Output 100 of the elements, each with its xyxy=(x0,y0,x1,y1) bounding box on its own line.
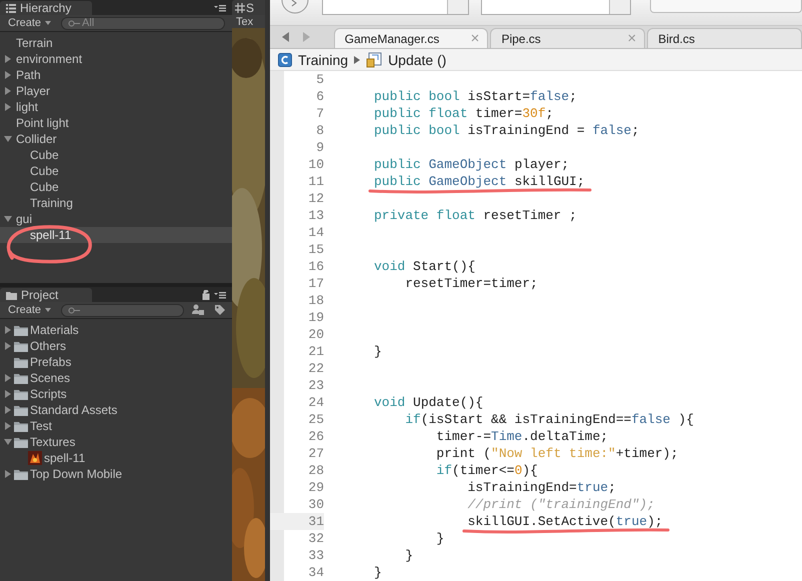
tree-item[interactable]: Point light xyxy=(0,115,232,131)
expand-arrow-icon[interactable] xyxy=(4,374,12,382)
tree-item[interactable]: Scripts xyxy=(0,386,232,402)
item-label: Cube xyxy=(29,180,59,194)
line-number: 9 xyxy=(315,139,324,156)
tree-item[interactable]: Cube xyxy=(0,147,232,163)
tree-item[interactable]: Scenes xyxy=(0,370,232,386)
expand-arrow-icon[interactable] xyxy=(4,406,12,414)
expand-arrow-icon[interactable] xyxy=(4,55,12,63)
expand-arrow-icon[interactable] xyxy=(4,71,12,79)
scene-tab[interactable]: S xyxy=(232,0,265,15)
panel-title: Project xyxy=(21,288,58,302)
platform-dropdown[interactable] xyxy=(481,0,631,15)
line-number: 32 xyxy=(307,530,324,548)
code-line: } xyxy=(404,548,414,564)
tree-item[interactable]: light xyxy=(0,99,232,115)
tree-item[interactable]: Standard Assets xyxy=(0,402,232,418)
code-line: } xyxy=(435,531,444,546)
line-number: 16 xyxy=(307,258,324,276)
menu-icon[interactable] xyxy=(214,4,226,12)
folder-icon xyxy=(14,420,28,432)
separator-arrow-icon xyxy=(354,56,360,64)
tag-icon[interactable] xyxy=(214,304,226,316)
line-number: 23 xyxy=(307,377,324,394)
tree-item[interactable]: Player xyxy=(0,83,232,99)
lock-icon[interactable] xyxy=(202,290,210,300)
file-tab[interactable]: Bird.cs xyxy=(647,28,802,48)
line-number: 13 xyxy=(307,207,324,224)
expand-arrow-icon[interactable] xyxy=(4,215,12,223)
panel-tab[interactable]: Project xyxy=(0,288,92,302)
tree-item[interactable]: Textures xyxy=(0,434,232,450)
line-number: 31 xyxy=(270,513,324,530)
code-line: public GameObject player; xyxy=(374,157,570,172)
line-number: 5 xyxy=(315,71,324,88)
item-label: gui xyxy=(15,212,32,226)
folder-icon xyxy=(14,324,28,336)
tree-item[interactable]: Others xyxy=(0,338,232,354)
tree-item[interactable]: environment xyxy=(0,51,232,67)
panel-title: Hierarchy xyxy=(20,1,72,15)
tree-item[interactable]: Training xyxy=(0,195,232,211)
item-label: Collider xyxy=(15,132,57,146)
folder-icon xyxy=(14,356,28,368)
item-label: Path xyxy=(15,68,41,82)
tree-item[interactable]: Top Down Mobile xyxy=(0,466,232,482)
caret-icon xyxy=(45,308,52,312)
code-line: } xyxy=(374,344,382,360)
grid-icon xyxy=(235,2,245,12)
expand-arrow-icon[interactable] xyxy=(4,422,12,430)
tree-item[interactable]: Cube xyxy=(0,163,232,179)
expand-arrow-icon[interactable] xyxy=(4,326,12,334)
expand-arrow-icon[interactable] xyxy=(4,342,12,350)
search-icon xyxy=(68,306,80,314)
code-line: private float resetTimer ; xyxy=(374,208,577,224)
line-number: 8 xyxy=(315,122,324,140)
tree-item[interactable]: Prefabs xyxy=(0,354,232,370)
tree-item[interactable]: Terrain xyxy=(0,35,232,51)
search-field[interactable] xyxy=(61,304,184,316)
item-label: Top Down Mobile xyxy=(29,467,122,481)
method-icon xyxy=(366,52,382,68)
tree-item[interactable]: Materials xyxy=(0,322,232,338)
item-label: environment xyxy=(15,52,82,66)
code-line: if(timer<=0){ xyxy=(435,463,538,478)
code-line: public bool isTrainingEnd = false; xyxy=(374,123,640,138)
menu-icon[interactable] xyxy=(214,291,226,299)
line-number: 21 xyxy=(307,343,324,360)
tree-item[interactable]: gui xyxy=(0,211,232,227)
expand-arrow-icon[interactable] xyxy=(4,390,12,398)
panel-tab[interactable]: Hierarchy xyxy=(0,1,92,15)
expand-arrow-icon[interactable] xyxy=(4,135,12,143)
method-name[interactable]: Update () xyxy=(388,52,446,68)
code-line: isTrainingEnd=true; xyxy=(466,480,616,496)
create-button[interactable]: Create xyxy=(6,17,54,29)
tree-item[interactable]: Test xyxy=(0,418,232,434)
class-name[interactable]: Training xyxy=(298,52,348,68)
item-label: Standard Assets xyxy=(29,403,118,417)
filter-icon[interactable] xyxy=(192,304,204,315)
expand-arrow-icon[interactable] xyxy=(4,103,12,111)
line-number: 34 xyxy=(307,564,324,581)
back-arrow-icon[interactable] xyxy=(282,32,290,42)
file-tab[interactable]: Pipe.cs × xyxy=(490,28,646,48)
tree-item[interactable]: Collider xyxy=(0,131,232,147)
expand-arrow-icon[interactable] xyxy=(4,87,12,95)
tree-item[interactable]: spell-11 xyxy=(0,450,232,466)
folder-icon xyxy=(14,404,28,416)
create-button[interactable]: Create xyxy=(6,304,54,316)
folder-icon xyxy=(14,388,28,400)
file-tab[interactable]: GameManager.cs × xyxy=(334,28,488,48)
code-line: public GameObject skillGUI; xyxy=(374,174,585,190)
expand-arrow-icon[interactable] xyxy=(4,438,12,446)
tree-item[interactable]: spell-11 xyxy=(0,227,232,243)
tree-item[interactable]: Cube xyxy=(0,179,232,195)
play-button[interactable] xyxy=(280,0,310,14)
item-label: Training xyxy=(29,196,73,210)
code-line: skillGUI.SetActive(true); xyxy=(374,514,663,530)
configuration-dropdown[interactable] xyxy=(322,0,469,15)
line-number: 15 xyxy=(307,241,324,258)
tree-item[interactable]: Path xyxy=(0,67,232,83)
folder-icon xyxy=(6,290,17,300)
expand-arrow-icon[interactable] xyxy=(4,470,12,478)
item-label: Materials xyxy=(29,323,79,337)
